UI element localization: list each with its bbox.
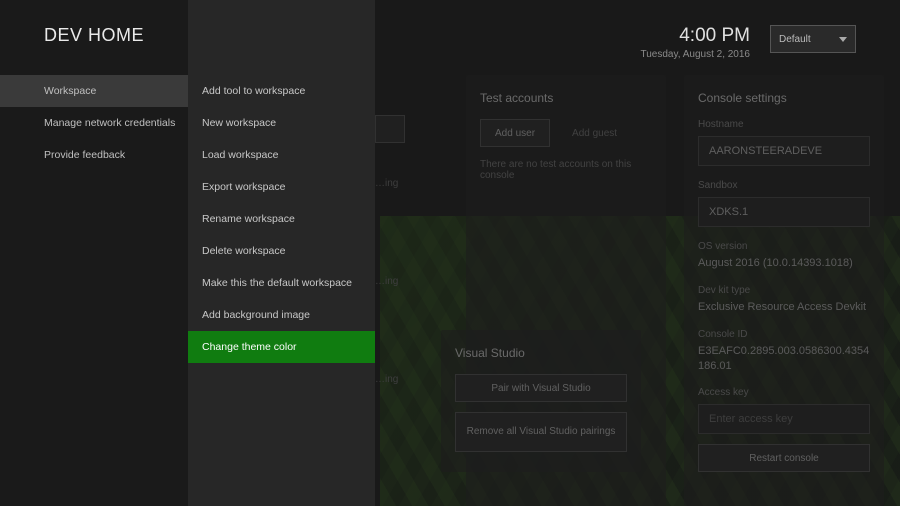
- primary-menu-item[interactable]: Provide feedback: [0, 139, 188, 171]
- devkit-type-value: Exclusive Resource Access Devkit: [698, 300, 870, 315]
- submenu-item[interactable]: Add tool to workspace: [188, 75, 375, 107]
- os-version-value: August 2016 (10.0.14393.1018): [698, 256, 870, 271]
- access-key-label: Access key: [698, 387, 870, 398]
- remove-vs-pairings-button[interactable]: Remove all Visual Studio pairings: [455, 412, 627, 452]
- test-accounts-title: Test accounts: [480, 91, 652, 105]
- app-title: DEV HOME: [44, 25, 144, 46]
- launch-row-3: …ing: [375, 374, 415, 392]
- devkit-type-label: Dev kit type: [698, 285, 870, 296]
- primary-menu: WorkspaceManage network credentialsProvi…: [0, 0, 188, 506]
- test-accounts-empty: There are no test accounts on this conso…: [480, 159, 652, 181]
- access-key-field[interactable]: Enter access key: [698, 404, 870, 434]
- visual-studio-panel: Visual Studio Pair with Visual Studio Re…: [441, 330, 641, 472]
- os-version-label: OS version: [698, 241, 870, 252]
- layout-dropdown[interactable]: Default: [770, 25, 856, 53]
- submenu-item[interactable]: Add background image: [188, 299, 375, 331]
- console-settings-title: Console settings: [698, 91, 870, 105]
- header: DEV HOME 4:00 PM Tuesday, August 2, 2016…: [0, 0, 900, 75]
- submenu-item[interactable]: New workspace: [188, 107, 375, 139]
- clock: 4:00 PM Tuesday, August 2, 2016: [640, 25, 750, 60]
- submenu-item[interactable]: Export workspace: [188, 171, 375, 203]
- hostname-field[interactable]: AARONSTEERADEVE: [698, 136, 870, 166]
- submenu-item[interactable]: Change theme color: [188, 331, 375, 363]
- primary-menu-item[interactable]: Manage network credentials: [0, 107, 188, 139]
- console-settings-panel: Console settings Hostname AARONSTEERADEV…: [684, 75, 884, 506]
- add-guest-button[interactable]: Add guest: [558, 119, 631, 147]
- submenu-item[interactable]: Rename workspace: [188, 203, 375, 235]
- sandbox-label: Sandbox: [698, 180, 870, 191]
- submenu-item[interactable]: Make this the default workspace: [188, 267, 375, 299]
- restart-console-button[interactable]: Restart console: [698, 444, 870, 472]
- launch-input[interactable]: [375, 115, 405, 143]
- console-id-label: Console ID: [698, 329, 870, 340]
- chevron-down-icon: [839, 37, 847, 42]
- pair-vs-button[interactable]: Pair with Visual Studio: [455, 374, 627, 402]
- workspace-submenu: Add tool to workspaceNew workspaceLoad w…: [188, 0, 375, 506]
- sandbox-field[interactable]: XDKS.1: [698, 197, 870, 227]
- clock-date: Tuesday, August 2, 2016: [640, 49, 750, 60]
- add-user-button[interactable]: Add user: [480, 119, 550, 147]
- primary-menu-item[interactable]: Workspace: [0, 75, 188, 107]
- layout-dropdown-value: Default: [779, 34, 811, 45]
- hostname-label: Hostname: [698, 119, 870, 130]
- launch-row-1: …ing: [375, 178, 415, 196]
- submenu-item[interactable]: Load workspace: [188, 139, 375, 171]
- console-id-value: E3EAFC0.2895.003.0586300.4354186.01: [698, 344, 870, 374]
- clock-time: 4:00 PM: [640, 25, 750, 47]
- submenu-item[interactable]: Delete workspace: [188, 235, 375, 267]
- visual-studio-title: Visual Studio: [455, 346, 627, 360]
- launch-row-2: …ing: [375, 276, 415, 294]
